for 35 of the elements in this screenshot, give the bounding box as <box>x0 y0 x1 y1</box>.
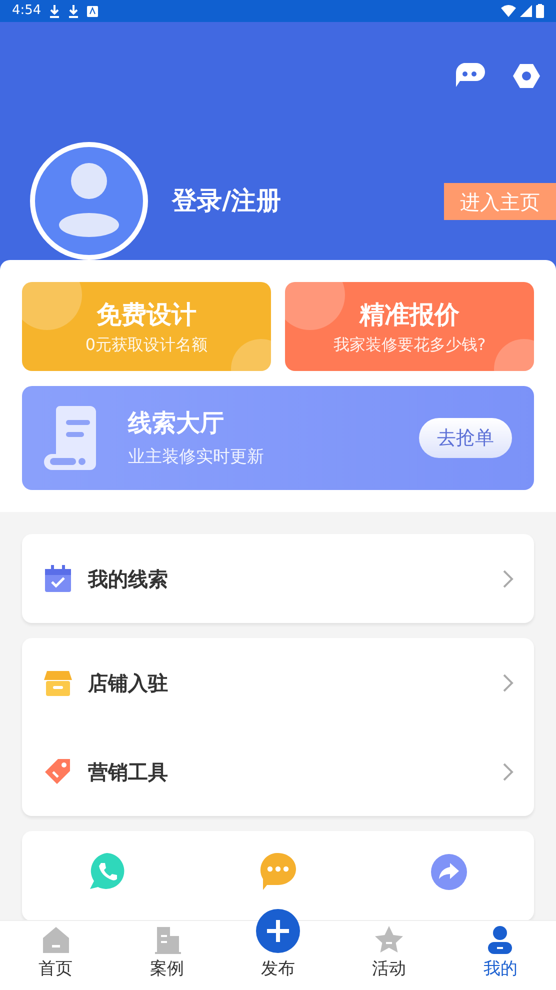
chevron-icon <box>502 672 514 692</box>
grab-order-button[interactable]: 去抢单 <box>419 418 512 458</box>
login-link[interactable]: 登录/注册 <box>172 182 444 220</box>
chevron-icon <box>502 762 514 782</box>
tab[interactable]: 活动 <box>334 921 445 990</box>
card-subtitle: 我家装修要花多少钱? <box>333 334 486 356</box>
signal-icon <box>520 5 532 17</box>
download-icon <box>49 4 60 18</box>
tab[interactable]: 我的 <box>444 921 556 990</box>
share-icon[interactable] <box>430 853 468 891</box>
battery-icon <box>536 4 544 18</box>
tab[interactable]: 发布 <box>222 897 334 990</box>
menu-item[interactable]: 我的线索 <box>22 534 534 623</box>
star-icon <box>374 924 404 954</box>
chat-icon[interactable] <box>454 63 485 89</box>
card-title: 精准报价 <box>360 298 460 331</box>
settings-icon[interactable] <box>513 63 540 89</box>
banner-title: 线索大厅 <box>128 408 225 440</box>
lead-hall-banner[interactable]: 线索大厅 业主装修实时更新 去抢单 <box>22 386 534 490</box>
banner-subtitle: 业主装修实时更新 <box>128 446 265 470</box>
download-icon <box>68 4 80 18</box>
wifi-icon <box>501 5 516 17</box>
shop-icon <box>44 668 72 696</box>
tab[interactable]: 首页 <box>0 921 112 990</box>
menu-item[interactable]: 营销工具 <box>22 727 534 816</box>
chevron-icon <box>502 568 514 588</box>
home-icon <box>40 924 71 954</box>
card-subtitle: 0元获取设计名额 <box>85 334 208 356</box>
calendar-icon <box>44 564 72 592</box>
status-time: 4:54 <box>12 2 42 20</box>
menu-item[interactable]: 店铺入驻 <box>22 638 534 727</box>
notification-icon <box>87 6 98 16</box>
card-title: 免费设计 <box>96 298 196 331</box>
tab[interactable]: 案例 <box>111 921 222 990</box>
tag-icon <box>44 758 72 786</box>
